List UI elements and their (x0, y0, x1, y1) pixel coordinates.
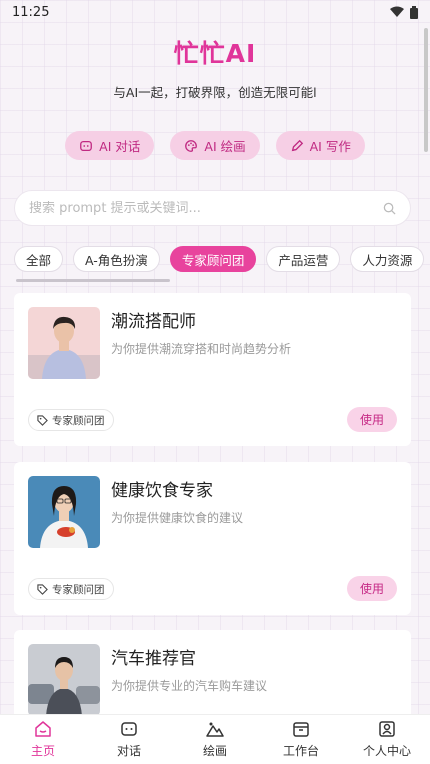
search-input[interactable] (29, 200, 359, 216)
user-icon (379, 721, 395, 737)
card-avatar (28, 644, 100, 716)
ai-chat-label: AI 对话 (99, 139, 141, 154)
slogan: 与AI一起，打破界限，创造无限可能l (113, 85, 317, 100)
card-tag-label: 专家顾问团 (52, 414, 105, 427)
nav-home[interactable]: 主页 (0, 720, 86, 759)
tab-role-play[interactable]: A-角色扮演 (73, 246, 160, 272)
box-icon (293, 722, 309, 737)
search-icon[interactable] (383, 202, 396, 215)
card-title: 健康饮食专家 (111, 481, 213, 501)
tag-icon (37, 414, 48, 426)
use-button[interactable]: 使用 (347, 576, 397, 601)
nav-chat[interactable]: 对话 (86, 720, 172, 759)
card-avatar (28, 476, 100, 548)
nav-draw[interactable]: 绘画 (172, 720, 258, 759)
card-description: 为你提供健康饮食的建议 (111, 511, 244, 525)
nav-draw-label: 绘画 (202, 744, 227, 758)
card-description: 为你提供潮流穿搭和时尚趋势分析 (111, 342, 292, 356)
nav-profile-label: 个人中心 (362, 744, 411, 758)
ai-write-label: AI 写作 (309, 139, 351, 154)
category-tabs: 全部 A-角色扮演 专家顾问团 产品运营 人力资源 (14, 246, 430, 272)
use-button[interactable]: 使用 (347, 407, 397, 432)
wifi-icon (390, 6, 404, 17)
search-box (14, 190, 411, 226)
landscape-icon (206, 722, 224, 737)
bottom-nav: 主页 对话 绘画 工作台 个人中心 (0, 714, 430, 764)
nav-profile[interactable]: 个人中心 (344, 720, 430, 759)
ai-write-button[interactable]: AI 写作 (275, 131, 365, 160)
nav-home-label: 主页 (30, 744, 55, 758)
ai-draw-label: AI 绘画 (204, 139, 246, 154)
tabs-scroll-indicator (16, 279, 170, 282)
status-time: 11:25 (12, 4, 50, 20)
tab-product-ops[interactable]: 产品运营 (266, 246, 341, 272)
home-icon (35, 721, 51, 737)
quick-actions: AI 对话 AI 绘画 AI 写作 (0, 131, 430, 160)
card-description: 为你提供专业的汽车购车建议 (111, 679, 268, 693)
ai-chat-button[interactable]: AI 对话 (65, 131, 155, 160)
status-bar: 11:25 (0, 0, 430, 24)
ai-draw-button[interactable]: AI 绘画 (170, 131, 260, 160)
prompt-card[interactable]: 潮流搭配师 为你提供潮流穿搭和时尚趋势分析 专家顾问团 使用 (14, 293, 411, 446)
nav-workbench-label: 工作台 (282, 744, 319, 758)
card-tag-label: 专家顾问团 (52, 583, 105, 596)
card-tag: 专家顾问团 (28, 409, 114, 431)
pen-icon (291, 139, 303, 151)
tab-all[interactable]: 全部 (14, 246, 64, 272)
chat-icon (121, 722, 137, 736)
app-title: 忙忙AI (173, 39, 257, 68)
prompt-card[interactable]: 健康饮食专家 为你提供健康饮食的建议 专家顾问团 使用 (14, 462, 411, 615)
tab-hr[interactable]: 人力资源 (350, 246, 425, 272)
tag-icon (37, 583, 48, 595)
battery-icon (410, 5, 418, 19)
tab-expert-advisors[interactable]: 专家顾问团 (169, 246, 257, 272)
chat-icon (80, 140, 93, 151)
card-title: 潮流搭配师 (111, 312, 196, 332)
nav-workbench[interactable]: 工作台 (258, 720, 344, 759)
card-title: 汽车推荐官 (111, 649, 196, 669)
palette-icon (185, 139, 198, 152)
card-avatar (28, 307, 100, 379)
card-tag: 专家顾问团 (28, 578, 114, 600)
nav-chat-label: 对话 (116, 744, 141, 758)
